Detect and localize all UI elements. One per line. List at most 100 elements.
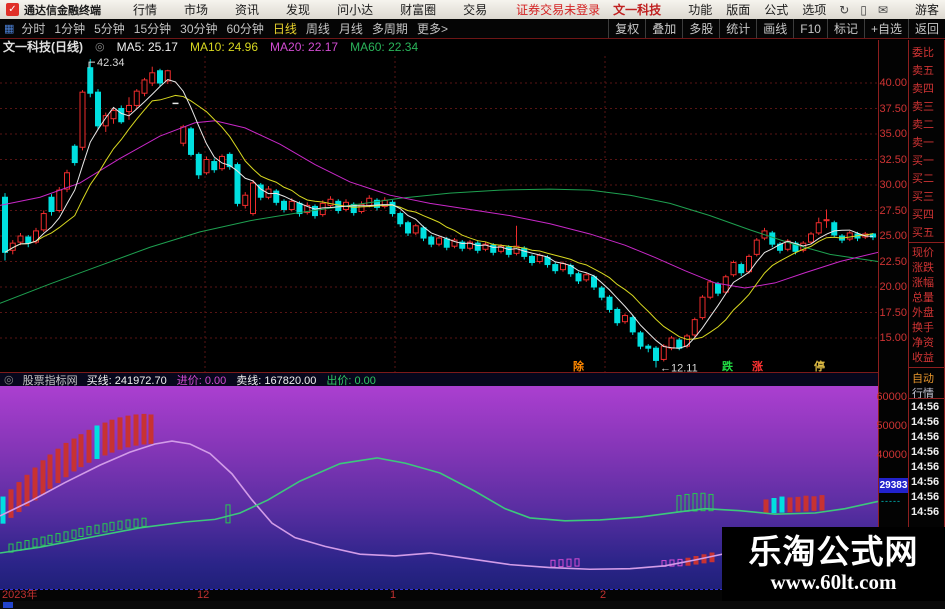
order-book-row-卖一[interactable]: 卖一 [909, 134, 944, 152]
period-tab-周线[interactable]: 周线 [306, 20, 330, 37]
toolbar-button-多股[interactable]: 多股 [682, 19, 719, 38]
sidebar-divider [909, 398, 944, 399]
period-tab-日线[interactable]: 日线 [273, 20, 297, 37]
indicator-values: 买线: 241972.70 进价: 0.00 卖线: 167820.00 出价: 0.… [87, 372, 376, 388]
period-tab-更多>[interactable]: 更多> [417, 20, 448, 37]
indicator-bar [125, 415, 131, 448]
menu-item-发现[interactable]: 发现 [286, 1, 310, 18]
indicator-bar [763, 499, 769, 514]
right-menu: 功能 版面 公式 选项 [688, 1, 826, 18]
order-book-row-卖三[interactable]: 卖三 [909, 98, 944, 116]
candle-body [622, 315, 628, 323]
menu-item-市场[interactable]: 市场 [184, 1, 208, 18]
menu-item-选项[interactable]: 选项 [802, 1, 826, 18]
indicator-name: 股票指标网 [22, 374, 78, 387]
period-tab-5分钟[interactable]: 5分钟 [94, 20, 125, 37]
refresh-icon[interactable]: ↻ [839, 3, 849, 17]
period-tab-分时[interactable]: 分时 [21, 20, 45, 37]
candle-body [40, 213, 47, 231]
toolbar-button-+自选[interactable]: +自选 [863, 19, 908, 38]
candle-body [335, 200, 342, 212]
order-book-row-买四[interactable]: 买四 [909, 206, 944, 224]
candle-body [71, 145, 78, 164]
mail-icon[interactable]: ✉ [878, 3, 888, 17]
candle-body [769, 232, 776, 245]
watermark-url: www.60lt.com [770, 570, 897, 594]
candle-body [250, 182, 256, 215]
indicator-bar [55, 448, 61, 484]
menu-item-功能[interactable]: 功能 [688, 1, 712, 18]
tick-trade-list[interactable]: 14:56 14:56 14:56 14:56 14:56 14:56 14:56 14:56 [909, 400, 944, 520]
candle-body [95, 91, 101, 127]
period-tab-1分钟[interactable]: 1分钟 [54, 20, 85, 37]
info-row-外盘[interactable]: 外盘 [909, 306, 944, 321]
period-tab-月线[interactable]: 月线 [339, 20, 363, 37]
time-label-2: 2 [600, 589, 607, 601]
toolbar-button-叠加[interactable]: 叠加 [645, 19, 682, 38]
ma60-line [0, 188, 879, 304]
menu-item-交易[interactable]: 交易 [463, 1, 487, 18]
period-tabs: 分时 1分钟 5分钟 15分钟 30分钟 60分钟 日线 周线 月线 多周期 更多> [21, 20, 448, 37]
candle-body [521, 247, 528, 257]
order-book-row-买三[interactable]: 买三 [909, 188, 944, 206]
indicator-bar [117, 417, 123, 450]
toolbar-button-返回[interactable]: 返回 [907, 19, 945, 38]
period-tab-60分钟[interactable]: 60分钟 [227, 20, 264, 37]
indicator-bar [117, 520, 123, 530]
toolbar-button-标记[interactable]: 标记 [826, 19, 864, 38]
toolbar-button-画线[interactable]: 画线 [756, 19, 793, 38]
candle-body [831, 222, 838, 236]
info-row-涨幅[interactable]: 涨幅 [909, 276, 944, 291]
candle-body [281, 200, 287, 210]
info-row-收益[interactable]: 收益 [909, 351, 944, 366]
order-book-row-卖五[interactable]: 卖五 [909, 62, 944, 80]
info-row-现价[interactable]: 现价 [909, 246, 944, 261]
period-tab-15分钟[interactable]: 15分钟 [134, 20, 171, 37]
chart-settings-icon[interactable]: ◎ [95, 40, 105, 53]
period-tab-多周期[interactable]: 多周期 [372, 20, 408, 37]
indicator-bar [71, 438, 77, 472]
price-tick: 35.00 [879, 128, 907, 140]
info-row-涨跌[interactable]: 涨跌 [909, 261, 944, 276]
current-value-tag: 29383 [879, 478, 908, 493]
user-label[interactable]: 游客 [915, 1, 939, 18]
chart-header: 文一科技(日线) ◎ MA5: 25.17 MA10: 24.96 MA20: 22… [0, 39, 881, 55]
phone-icon[interactable]: ▯ [860, 3, 867, 17]
order-book-row-卖二[interactable]: 卖二 [909, 116, 944, 134]
auto-label[interactable]: 自动 [909, 370, 944, 386]
indicator-settings-icon[interactable]: ◎ [4, 373, 14, 386]
info-row-总量[interactable]: 总量 [909, 291, 944, 306]
toolbar-button-复权[interactable]: 复权 [608, 19, 645, 38]
ma-label-1: MA10: 24.96 [189, 39, 259, 54]
indicator-bar [63, 442, 69, 478]
info-row-换手[interactable]: 换手 [909, 321, 944, 336]
menu-item-资讯[interactable]: 资讯 [235, 1, 259, 18]
candle-body [808, 233, 814, 243]
grid-view-icon[interactable]: ▦ [4, 22, 14, 35]
menu-item-公式[interactable]: 公式 [764, 1, 788, 18]
app-brand: 通达信金融终端 [24, 4, 101, 17]
menu-item-问小达[interactable]: 问小达 [337, 1, 373, 18]
price-tick: 40.00 [879, 77, 907, 89]
sidebar-divider [909, 367, 944, 368]
order-book-row-委比[interactable]: 委比 [909, 44, 944, 62]
info-row-净资[interactable]: 净资 [909, 336, 944, 351]
indicator-tick: 50000 [876, 420, 907, 432]
candle-body [126, 104, 132, 113]
order-book-row-买五[interactable]: 买五 [909, 224, 944, 242]
toolbar-button-统计[interactable]: 统计 [719, 19, 756, 38]
menu-item-行情[interactable]: 行情 [133, 1, 157, 18]
order-book-row-卖四[interactable]: 卖四 [909, 80, 944, 98]
login-status[interactable]: 证券交易未登录 [516, 1, 600, 18]
menu-item-版面[interactable]: 版面 [726, 1, 750, 18]
candle-body [203, 159, 210, 174]
indicator-bar [141, 517, 147, 527]
period-tab-30分钟[interactable]: 30分钟 [180, 20, 217, 37]
candle-body [405, 222, 411, 234]
order-book-row-买一[interactable]: 买一 [909, 152, 944, 170]
indicator-bar [141, 413, 147, 445]
toolbar-button-F10[interactable]: F10 [793, 19, 827, 38]
order-book-row-买二[interactable]: 买二 [909, 170, 944, 188]
menu-item-财富圈[interactable]: 财富圈 [400, 1, 436, 18]
candlestick-chart[interactable]: 42.34 ←12.11 除跌涨停 [0, 40, 879, 374]
